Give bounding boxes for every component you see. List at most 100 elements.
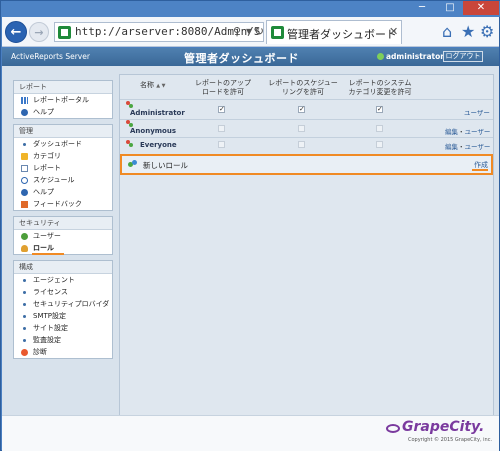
upload-checkbox[interactable] <box>218 125 225 132</box>
sidebar-panel-security: セキュリティ ユーザー ロール <box>13 216 113 255</box>
sidebar-item-label: レポート <box>33 164 61 172</box>
tab-title: 管理者ダッシュボード <box>287 28 397 41</box>
window-caption: ─ □ ✕ <box>1 1 500 17</box>
maximize-icon[interactable]: □ <box>437 1 463 15</box>
sidebar-item-dashboard[interactable]: ダッシュボード <box>14 138 112 150</box>
dropdown-icon[interactable]: ▼ <box>246 27 252 36</box>
user-status-icon <box>377 53 384 60</box>
sidebar-item-feedback[interactable]: フィードバック <box>14 198 112 210</box>
users-link[interactable]: ユーザー <box>465 143 491 151</box>
chart-icon <box>21 97 28 104</box>
browser-tab[interactable]: 管理者ダッシュボード ✕ <box>266 20 402 44</box>
column-name-label: 名称 <box>140 81 154 89</box>
address-bar[interactable]: http://arserver:8080/Admin/S ⚲ ▼ ↻ <box>54 22 264 42</box>
panel-title-manage: 管理 <box>14 125 112 138</box>
help-icon <box>21 109 28 116</box>
body-area: レポート レポートポータル ヘルプ 管理 ダッシュボード カテゴリ レポート ス… <box>2 66 499 433</box>
column-upload-label-2: ロードを許可 <box>202 88 244 96</box>
row-actions: ユーザー <box>464 107 490 117</box>
upload-checkbox[interactable]: ✓ <box>218 106 225 113</box>
tab-close-icon[interactable]: ✕ <box>389 25 398 38</box>
roles-table: 名称 ▲ ▼ レポートのアップ ロードを許可 レポートのスケジュー リングを許可… <box>119 74 494 416</box>
sidebar: レポート レポートポータル ヘルプ 管理 ダッシュボード カテゴリ レポート ス… <box>13 80 113 364</box>
sidebar-item-report-portal[interactable]: レポートポータル <box>14 94 112 106</box>
new-role-row: 新しいロール 作成 <box>120 154 493 175</box>
company-logo: GrapeCity. <box>402 419 485 435</box>
sidebar-panel-manage: 管理 ダッシュボード カテゴリ レポート スケジュール ヘルプ フィードバック <box>13 124 113 211</box>
column-schedule-label-2: リングを許可 <box>282 88 324 96</box>
bullet-icon <box>23 339 26 342</box>
schedule-checkbox[interactable]: ✓ <box>298 106 305 113</box>
page-title: 管理者ダッシュボード <box>184 52 299 65</box>
category-checkbox[interactable]: ✓ <box>376 106 383 113</box>
sidebar-item-schedule[interactable]: スケジュール <box>14 174 112 186</box>
sidebar-item-diagnostics[interactable]: 診断 <box>14 346 112 358</box>
favorites-icon[interactable]: ★ <box>461 22 475 41</box>
sidebar-item-label: ダッシュボード <box>33 140 82 148</box>
column-header-name[interactable]: 名称 ▲ ▼ <box>140 81 166 91</box>
column-header-upload: レポートのアップ ロードを許可 <box>186 79 260 97</box>
create-underline <box>472 169 488 171</box>
column-category-label-2: カテゴリ変更を許可 <box>348 88 412 96</box>
bullet-icon <box>23 279 26 282</box>
row-actions: 編集・ユーザー <box>445 126 490 136</box>
role-name: Everyone <box>140 141 177 149</box>
sidebar-item-label: レポートポータル <box>33 96 89 104</box>
sidebar-item-security-provider[interactable]: セキュリティプロバイダ <box>14 298 112 310</box>
page: ActiveReports Server 管理者ダッシュボード administ… <box>2 48 499 451</box>
gear-icon[interactable]: ⚙ <box>480 22 494 41</box>
sidebar-item-reports[interactable]: レポート <box>14 162 112 174</box>
sidebar-item-audit-settings[interactable]: 監査設定 <box>14 334 112 346</box>
sidebar-item-label: スケジュール <box>33 176 75 184</box>
clock-icon <box>21 177 28 184</box>
sidebar-item-agent[interactable]: エージェント <box>14 274 112 286</box>
current-user: administrator <box>386 52 444 61</box>
sidebar-item-roles[interactable]: ロール <box>14 242 112 255</box>
sidebar-item-label: ヘルプ <box>33 188 54 196</box>
schedule-checkbox[interactable] <box>298 125 305 132</box>
column-header-schedule: レポートのスケジュー リングを許可 <box>262 79 344 97</box>
upload-checkbox[interactable] <box>218 141 225 148</box>
panel-title-config: 構成 <box>14 261 112 274</box>
edit-link[interactable]: 編集 <box>445 143 458 151</box>
add-role-icon <box>128 160 137 169</box>
sidebar-item-help[interactable]: ヘルプ <box>14 106 112 118</box>
refresh-icon[interactable]: ↻ <box>254 24 264 38</box>
forward-icon[interactable]: → <box>29 22 49 42</box>
minimize-icon[interactable]: ─ <box>409 1 435 15</box>
sidebar-item-license[interactable]: ライセンス <box>14 286 112 298</box>
diagnostics-icon <box>21 349 28 356</box>
home-icon[interactable]: ⌂ <box>442 22 452 41</box>
sidebar-item-label: ライセンス <box>33 288 68 296</box>
sidebar-item-label: ユーザー <box>33 232 61 240</box>
folder-icon <box>21 153 28 160</box>
sidebar-item-manage-help[interactable]: ヘルプ <box>14 186 112 198</box>
back-icon[interactable]: ← <box>5 21 27 43</box>
sidebar-panel-report: レポート レポートポータル ヘルプ <box>13 80 113 119</box>
role-name: Anonymous <box>130 127 177 135</box>
sidebar-item-label: ロール <box>33 244 54 252</box>
bullet-icon <box>23 303 26 306</box>
logout-button[interactable]: ログアウト <box>443 51 483 62</box>
sidebar-item-label: セキュリティプロバイダ <box>33 300 110 308</box>
row-divider <box>120 137 493 138</box>
user-icon <box>21 233 28 240</box>
schedule-checkbox[interactable] <box>298 141 305 148</box>
category-checkbox[interactable] <box>376 125 383 132</box>
close-icon[interactable]: ✕ <box>463 1 499 15</box>
edit-link[interactable]: 編集 <box>445 128 458 136</box>
sidebar-item-label: 監査設定 <box>33 336 61 344</box>
category-checkbox[interactable] <box>376 141 383 148</box>
copyright: Copyright © 2015 GrapeCity, inc. <box>408 437 493 443</box>
users-link[interactable]: ユーザー <box>464 109 490 117</box>
sidebar-item-smtp[interactable]: SMTP設定 <box>14 310 112 322</box>
app-header: ActiveReports Server 管理者ダッシュボード administ… <box>2 48 499 66</box>
site-favicon-icon <box>58 26 71 39</box>
users-link[interactable]: ユーザー <box>465 128 491 136</box>
search-icon[interactable]: ⚲ <box>233 25 241 38</box>
sidebar-item-category[interactable]: カテゴリ <box>14 150 112 162</box>
sidebar-item-users[interactable]: ユーザー <box>14 230 112 242</box>
sidebar-item-site-settings[interactable]: サイト設定 <box>14 322 112 334</box>
sort-icon[interactable]: ▲ ▼ <box>156 83 165 89</box>
row-actions: 編集・ユーザー <box>445 141 490 151</box>
